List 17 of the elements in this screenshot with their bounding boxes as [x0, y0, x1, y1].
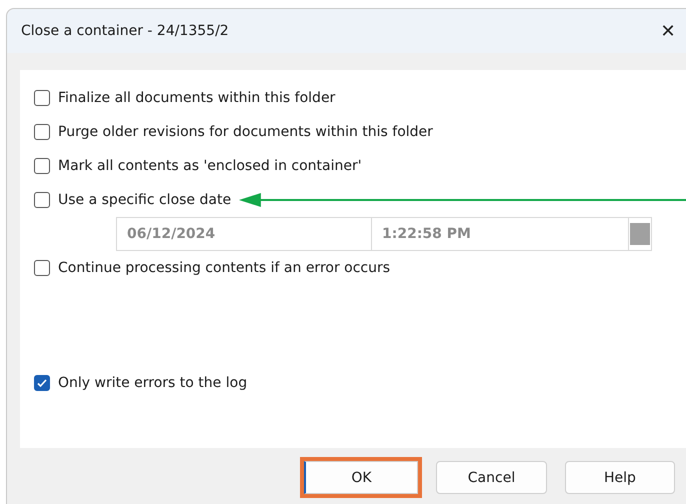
checkbox[interactable]: [34, 90, 50, 106]
check-icon: [36, 377, 48, 389]
checkbox-label: Purge older revisions for documents within this folder: [58, 124, 433, 140]
dialog-button[interactable]: Cancel: [436, 461, 547, 494]
checkbox-label: Use a specific close date: [58, 192, 232, 208]
dialog-button[interactable]: Help: [565, 461, 675, 494]
checkbox[interactable]: [34, 158, 50, 174]
checkbox[interactable]: [34, 260, 50, 276]
window-title: Close a container - 24/1355/2: [21, 23, 229, 39]
checkbox[interactable]: [34, 375, 50, 391]
checkbox-label: Continue processing contents if an error occurs: [58, 260, 390, 276]
close-icon[interactable]: ✕: [654, 20, 682, 42]
checkbox-label: Only write errors to the log: [58, 375, 248, 391]
checkbox-label: Mark all contents as 'enclosed in container': [58, 158, 362, 174]
checkbox-label: Finalize all documents within this folder: [58, 90, 336, 106]
checkbox[interactable]: [34, 124, 50, 140]
checkbox[interactable]: [34, 192, 50, 208]
